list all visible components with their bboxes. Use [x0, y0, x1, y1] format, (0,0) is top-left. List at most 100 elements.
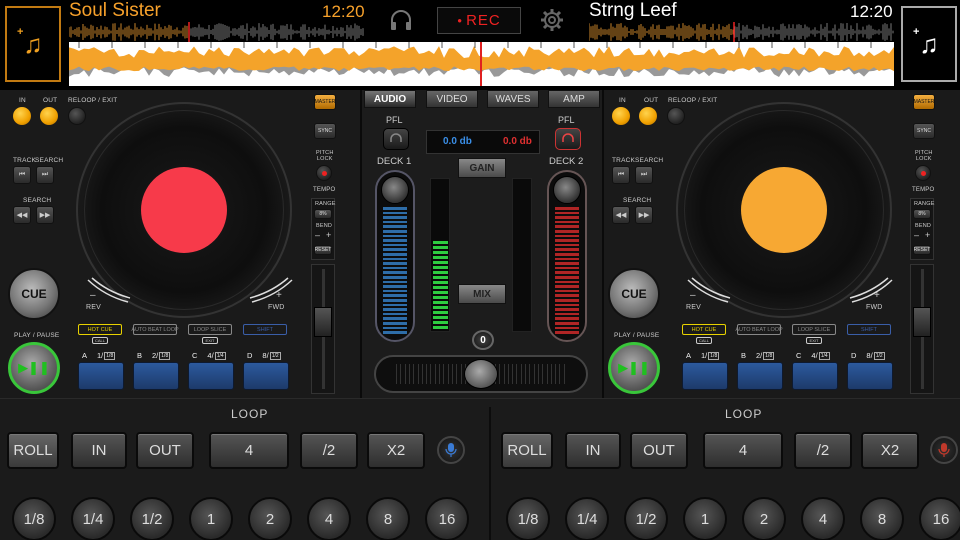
loop-button-roll[interactable]: ROLL	[501, 432, 553, 469]
previous-track-button[interactable]: ⏮	[13, 166, 31, 184]
loop-button-double[interactable]: X2	[367, 432, 425, 469]
tab-video[interactable]: VIDEO	[426, 90, 478, 108]
deck-a-overview-waveform[interactable]	[69, 22, 364, 42]
beat-loop-button[interactable]: 1/8	[12, 497, 56, 540]
load-track-deck-a-button[interactable]: + ♫	[5, 6, 61, 82]
fx-mode-button[interactable]: AUTO BEAT LOOP	[735, 324, 783, 335]
hot-cue-pad[interactable]	[78, 362, 124, 390]
sync-button[interactable]: SYNC	[913, 123, 935, 139]
bend-minus-button[interactable]: –	[914, 230, 919, 240]
fx-mode-button[interactable]: AUTO BEAT LOOP	[131, 324, 179, 335]
beat-loop-button[interactable]: 2	[248, 497, 292, 540]
next-track-button[interactable]: ⏭	[635, 166, 653, 184]
loop-button-out[interactable]: OUT	[136, 432, 194, 469]
bend-minus-button[interactable]: –	[315, 230, 320, 240]
search-rewind-button[interactable]: ◀◀	[13, 206, 31, 224]
mix-button[interactable]: MIX	[458, 284, 506, 304]
loop-button-halve[interactable]: /2	[794, 432, 852, 469]
sync-button[interactable]: SYNC	[314, 123, 336, 139]
reloop-exit-button[interactable]	[68, 107, 86, 125]
deck-b-microphone-button[interactable]	[930, 436, 958, 464]
hot-cue-pad[interactable]	[792, 362, 838, 390]
loop-button-halve[interactable]: /2	[300, 432, 358, 469]
hot-cue-pad[interactable]	[737, 362, 783, 390]
search-rewind-button[interactable]: ◀◀	[612, 206, 630, 224]
beat-loop-button[interactable]: 2	[742, 497, 786, 540]
hot-cue-pad[interactable]	[243, 362, 289, 390]
fx-mode-button[interactable]: HOT CUE	[682, 324, 726, 335]
previous-track-button[interactable]: ⏮	[612, 166, 630, 184]
play-pause-button[interactable]: ▶❚❚	[608, 342, 660, 394]
loop-button-roll[interactable]: ROLL	[7, 432, 59, 469]
loop-out-button[interactable]	[639, 107, 657, 125]
pitch-lock-button[interactable]	[915, 165, 931, 181]
crossfader-reset-button[interactable]: 0	[472, 330, 494, 350]
deck2-volume-fader[interactable]	[547, 170, 587, 342]
loop-button-out[interactable]: OUT	[630, 432, 688, 469]
beat-loop-button[interactable]: 1	[189, 497, 233, 540]
hot-cue-pad[interactable]	[682, 362, 728, 390]
pitch-slider-track[interactable]	[910, 264, 934, 394]
hot-cue-pad[interactable]	[188, 362, 234, 390]
pitch-slider-handle[interactable]	[314, 307, 332, 337]
record-button[interactable]: ● REC	[437, 7, 521, 34]
crossfader[interactable]	[374, 355, 588, 393]
range-button[interactable]: 8%	[913, 209, 931, 219]
fx-mode-button[interactable]: SHIFT	[243, 324, 287, 335]
loop-button-double[interactable]: X2	[861, 432, 919, 469]
next-track-button[interactable]: ⏭	[36, 166, 54, 184]
bend-plus-button[interactable]: +	[326, 230, 331, 240]
hot-cue-pad[interactable]	[847, 362, 893, 390]
deck-a-microphone-button[interactable]	[437, 436, 465, 464]
beat-loop-button[interactable]: 1/2	[624, 497, 668, 540]
play-pause-button[interactable]: ▶❚❚	[8, 342, 60, 394]
gear-icon[interactable]	[538, 6, 566, 34]
gain-button[interactable]: GAIN	[458, 158, 506, 178]
crossfader-handle[interactable]	[464, 359, 498, 389]
tab-amp[interactable]: AMP	[548, 90, 600, 108]
deck1-volume-fader[interactable]	[375, 170, 415, 342]
search-forward-button[interactable]: ▶▶	[36, 206, 54, 224]
loop-button-in[interactable]: IN	[565, 432, 621, 469]
deck1-volume-handle[interactable]	[381, 176, 409, 204]
beat-loop-button[interactable]: 1/8	[506, 497, 550, 540]
loop-in-button[interactable]	[13, 107, 31, 125]
fx-mode-button[interactable]: LOOP SLICE	[188, 324, 232, 335]
beat-loop-button[interactable]: 4	[307, 497, 351, 540]
reset-tempo-button[interactable]: RESET	[314, 245, 332, 255]
beat-loop-button[interactable]: 8	[366, 497, 410, 540]
search-forward-button[interactable]: ▶▶	[635, 206, 653, 224]
pitch-slider-track[interactable]	[311, 264, 335, 394]
cue-button[interactable]: CUE	[608, 268, 660, 320]
fx-mode-button[interactable]: SHIFT	[847, 324, 891, 335]
fx-mode-button[interactable]: LOOP SLICE	[792, 324, 836, 335]
pitch-lock-button[interactable]	[316, 165, 332, 181]
beat-loop-button[interactable]: 8	[860, 497, 904, 540]
beat-loop-button[interactable]: 16	[425, 497, 469, 540]
loop-out-button[interactable]	[40, 107, 58, 125]
tab-waves[interactable]: WAVES	[487, 90, 539, 108]
load-track-deck-b-button[interactable]: + ♫	[901, 6, 957, 82]
main-waveform-display[interactable]	[69, 42, 894, 86]
master-button[interactable]: MASTER	[913, 94, 935, 110]
beat-loop-button[interactable]: 4	[801, 497, 845, 540]
beat-loop-button[interactable]: 1/4	[71, 497, 115, 540]
fx-mode-button[interactable]: HOT CUE	[78, 324, 122, 335]
reset-tempo-button[interactable]: RESET	[913, 245, 931, 255]
loop-button-length[interactable]: 4	[209, 432, 289, 469]
beat-loop-button[interactable]: 1	[683, 497, 727, 540]
pitch-slider-handle[interactable]	[913, 307, 931, 337]
hot-cue-pad[interactable]	[133, 362, 179, 390]
deck2-volume-handle[interactable]	[553, 176, 581, 204]
beat-loop-button[interactable]: 1/4	[565, 497, 609, 540]
loop-button-length[interactable]: 4	[703, 432, 783, 469]
headphones-icon[interactable]	[387, 6, 415, 34]
pfl-deck1-button[interactable]	[383, 128, 409, 150]
beat-loop-button[interactable]: 16	[919, 497, 960, 540]
deck-b-overview-waveform[interactable]	[589, 22, 894, 42]
bend-plus-button[interactable]: +	[925, 230, 930, 240]
tab-audio[interactable]: AUDIO	[364, 90, 416, 108]
master-button[interactable]: MASTER	[314, 94, 336, 110]
cue-button[interactable]: CUE	[8, 268, 60, 320]
loop-in-button[interactable]	[612, 107, 630, 125]
